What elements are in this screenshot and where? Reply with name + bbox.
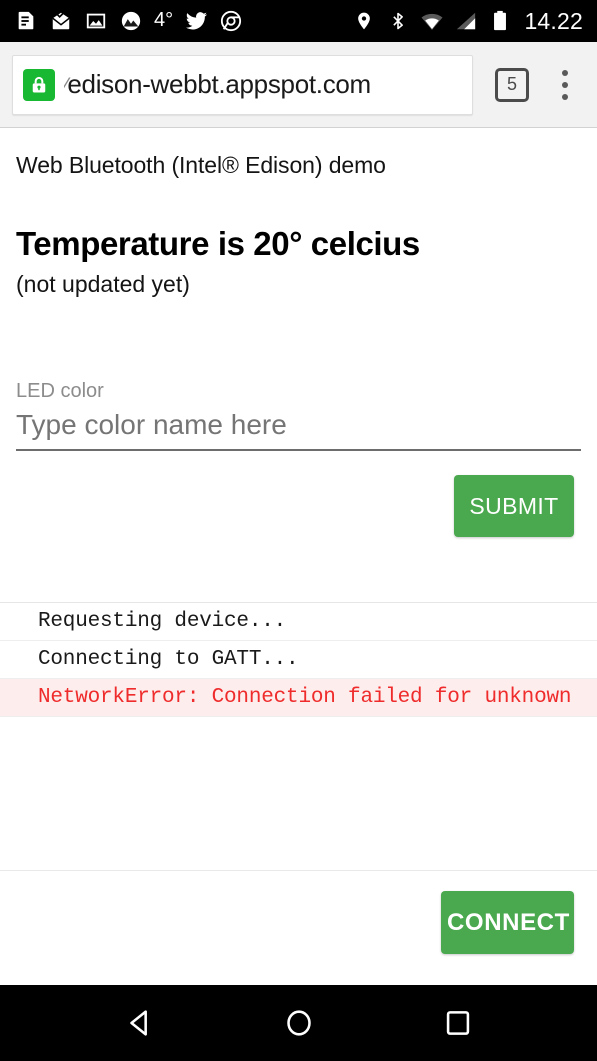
led-color-input[interactable] [16,409,581,451]
android-navigation-bar [0,985,597,1061]
recents-button[interactable] [422,995,494,1051]
led-color-label: LED color [16,380,104,402]
menu-dot [562,81,568,88]
browser-toolbar: ⁄edison-webbt.appspot.com 5 [0,42,597,128]
url-host: edison-webbt.appspot.com [67,69,371,99]
menu-dot [562,69,568,76]
phone-screen: 4° 14.22 ⁄edison-webbt.appspot.com 5 Web… [0,0,597,1061]
content-divider [0,870,597,871]
lock-icon[interactable] [23,68,55,101]
web-page-content: Web Bluetooth (Intel® Edison) demo Tempe… [0,128,597,985]
temperature-heading: Temperature is 20° celcius [16,225,420,262]
twitter-icon [184,9,208,33]
status-bar-notifications: 4° [14,9,352,33]
status-temperature: 4° [154,9,174,31]
document-notification-icon [14,9,38,33]
location-pin-icon [352,9,376,33]
led-color-field-group: LED color [0,298,597,451]
log-panel: Requesting device... Connecting to GATT.… [0,602,597,717]
temperature-status: (not updated yet) [16,271,190,297]
back-button[interactable] [104,995,176,1051]
bluetooth-icon [386,9,410,33]
submit-row: SUBMIT [0,451,597,537]
url-text[interactable]: ⁄edison-webbt.appspot.com [64,69,371,100]
page-title: Web Bluetooth (Intel® Edison) demo [16,152,386,178]
tab-counter-button[interactable]: 5 [495,67,529,102]
battery-icon [488,9,512,33]
home-button[interactable] [263,995,335,1051]
connect-row: CONNECT [441,891,574,954]
status-bar-system-icons: 14.22 [352,9,583,33]
connect-button[interactable]: CONNECT [441,891,574,954]
overflow-menu-icon[interactable] [545,62,585,108]
photo-notification-icon [84,9,108,33]
weather-app-icon [119,9,143,33]
log-line: Requesting device... [0,603,597,641]
log-line-error: NetworkError: Connection failed for unkn… [0,679,597,717]
url-bar[interactable]: ⁄edison-webbt.appspot.com [12,54,473,115]
chrome-icon [219,9,243,33]
android-status-bar: 4° 14.22 [0,0,597,42]
status-clock: 14.22 [524,7,583,34]
log-line: Connecting to GATT... [0,641,597,679]
cellular-signal-icon [454,9,478,33]
tab-count-label: 5 [506,74,517,94]
menu-dot [562,93,568,100]
mail-open-check-icon [49,9,73,33]
submit-button[interactable]: SUBMIT [454,475,574,537]
wifi-icon [420,9,444,33]
